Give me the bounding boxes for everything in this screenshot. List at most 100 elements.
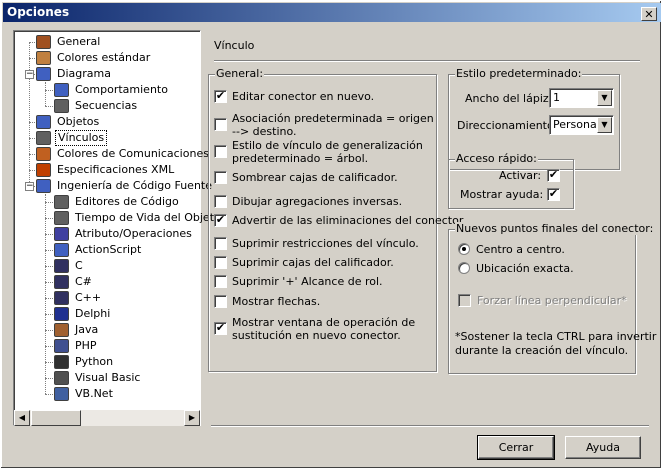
- center-to-center-radio[interactable]: [458, 243, 470, 255]
- sequence-icon: [54, 99, 69, 113]
- bottom-divider: [211, 425, 649, 427]
- diagram-icon: [36, 67, 51, 81]
- activate-label: Activar:: [499, 169, 542, 182]
- general-option-checkbox[interactable]: [214, 171, 227, 184]
- php-icon: [54, 339, 69, 353]
- options-dialog: Opciones ✕ General Colores estándar Diagra…: [0, 0, 662, 469]
- tree-item-label: Colores de Comunicaciones: [57, 147, 209, 160]
- scroll-left-icon[interactable]: ◀: [14, 410, 30, 426]
- close-window-icon[interactable]: ✕: [641, 7, 657, 21]
- python-icon: [54, 355, 69, 369]
- tree-item-label: Secuencias: [75, 99, 138, 112]
- tree-item-label: VB.Net: [75, 387, 113, 400]
- collapse-icon[interactable]: −: [25, 182, 34, 191]
- scroll-thumb[interactable]: [31, 410, 81, 426]
- general-option-label-line2: predeterminado = árbol.: [232, 152, 369, 165]
- show-help-checkbox[interactable]: ✔: [547, 188, 560, 201]
- visual-basic-icon: [54, 371, 69, 385]
- actionscript-icon: [54, 243, 69, 257]
- general-option-checkbox[interactable]: [214, 256, 227, 269]
- tree-item-label: Colores estándar: [57, 51, 151, 64]
- tree-connector-line: [45, 250, 53, 251]
- tree-item-label: Visual Basic: [75, 371, 141, 384]
- chevron-down-icon[interactable]: ▼: [597, 117, 612, 133]
- general-option-checkbox[interactable]: [214, 275, 227, 288]
- title-divider: [214, 60, 640, 62]
- new-endpoints-label: Nuevos puntos finales del conector:: [455, 222, 655, 235]
- scroll-right-icon[interactable]: ▶: [184, 410, 200, 426]
- general-option-label: Dibujar agregaciones inversas.: [232, 195, 403, 208]
- general-group: General: ✔ Editar conector en nuevo. Asoci…: [208, 67, 466, 372]
- tree-connector-line: [45, 394, 53, 395]
- collapse-icon[interactable]: −: [25, 70, 34, 79]
- general-option-checkbox[interactable]: [214, 145, 227, 158]
- links-icon: [36, 131, 51, 145]
- close-button[interactable]: Cerrar: [477, 435, 555, 460]
- exact-location-radio[interactable]: [458, 262, 470, 274]
- tree-item-label: General: [57, 35, 101, 48]
- tree-connector-line: [45, 298, 53, 299]
- general-option-checkbox[interactable]: [214, 118, 227, 131]
- general-option-label: Advertir de las eliminaciones del conect…: [232, 214, 466, 227]
- tree-item-label: C: [75, 259, 83, 272]
- tree-item-label: C++: [75, 291, 102, 304]
- general-option-label: Asociación predeterminada = origen: [232, 112, 434, 125]
- tree-connector-line: [45, 266, 53, 267]
- pen-width-value: 1: [553, 91, 560, 104]
- tree-horizontal-scrollbar[interactable]: ◀ ▶: [14, 410, 200, 426]
- c-icon: [54, 259, 69, 273]
- radio-selected-dot: [462, 247, 466, 251]
- java-icon: [54, 323, 69, 337]
- pen-width-label: Ancho del lápiz:: [465, 92, 553, 105]
- force-perpendicular-checkbox: [458, 294, 471, 307]
- tree-connector-line: [45, 90, 53, 91]
- general-option-checkbox[interactable]: ✔: [214, 322, 227, 335]
- comm-colors-icon: [36, 147, 51, 161]
- quick-access-group: Acceso rápido: Activar: ✔ Mostrar ayuda:…: [448, 152, 574, 209]
- general-option-label-line2: --> destino.: [232, 125, 297, 138]
- general-option-checkbox[interactable]: [214, 195, 227, 208]
- code-editor-icon: [54, 195, 69, 209]
- tree-connector-line: [45, 330, 53, 331]
- objects-icon: [36, 115, 51, 129]
- tree-connector-line: [45, 218, 53, 219]
- tree-connector-line: [45, 314, 53, 315]
- general-option-checkbox[interactable]: ✔: [214, 90, 227, 103]
- general-option-checkbox[interactable]: [214, 295, 227, 308]
- tree-connector-line: [45, 194, 46, 394]
- chevron-down-icon[interactable]: ▼: [597, 90, 612, 106]
- csharp-icon: [54, 275, 69, 289]
- tree-item-label: Vínculos: [55, 130, 108, 146]
- tree-connector-line: [45, 106, 53, 107]
- routing-select[interactable]: Personali ▼: [549, 115, 614, 135]
- title-bar: Opciones ✕: [3, 3, 661, 22]
- attribute-icon: [54, 227, 69, 241]
- activate-checkbox[interactable]: ✔: [547, 169, 560, 182]
- pen-width-select[interactable]: 1 ▼: [549, 88, 614, 108]
- tree-item-label: Especificaciones XML: [57, 163, 175, 176]
- options-tree[interactable]: General Colores estándar Diagrama − Comporta…: [13, 30, 221, 426]
- general-option-checkbox[interactable]: ✔: [214, 214, 227, 227]
- tree-item-label: Ingeniería de Código Fuente: [57, 179, 212, 192]
- source-engineering-icon: [36, 179, 51, 193]
- vbnet-icon: [54, 387, 69, 401]
- routing-label: Direccionamiento:: [457, 119, 558, 132]
- general-option-label: Editar conector en nuevo.: [232, 90, 375, 103]
- tree-item-label: Python: [75, 355, 114, 368]
- window-title: Opciones: [7, 5, 70, 19]
- xml-icon: [36, 163, 51, 177]
- tree-connector-line: [45, 378, 53, 379]
- tree-connector-line: [45, 346, 53, 347]
- help-button[interactable]: Ayuda: [565, 436, 641, 459]
- general-option-label: Sombrear cajas de calificador.: [232, 171, 398, 184]
- center-to-center-label: Centro a centro.: [476, 243, 565, 256]
- tree-connector-line: [45, 362, 53, 363]
- routing-value: Personali: [553, 118, 603, 131]
- force-perpendicular-label: Forzar línea perpendicular*: [477, 294, 627, 307]
- tree-connector-line: [45, 82, 46, 106]
- general-option-label: Suprimir restricciones del vínculo.: [232, 237, 419, 250]
- object-lifetime-icon: [54, 211, 69, 225]
- tree-item-label: Objetos: [57, 115, 100, 128]
- general-option-checkbox[interactable]: [214, 237, 227, 250]
- tree-item-label: Diagrama: [57, 67, 111, 80]
